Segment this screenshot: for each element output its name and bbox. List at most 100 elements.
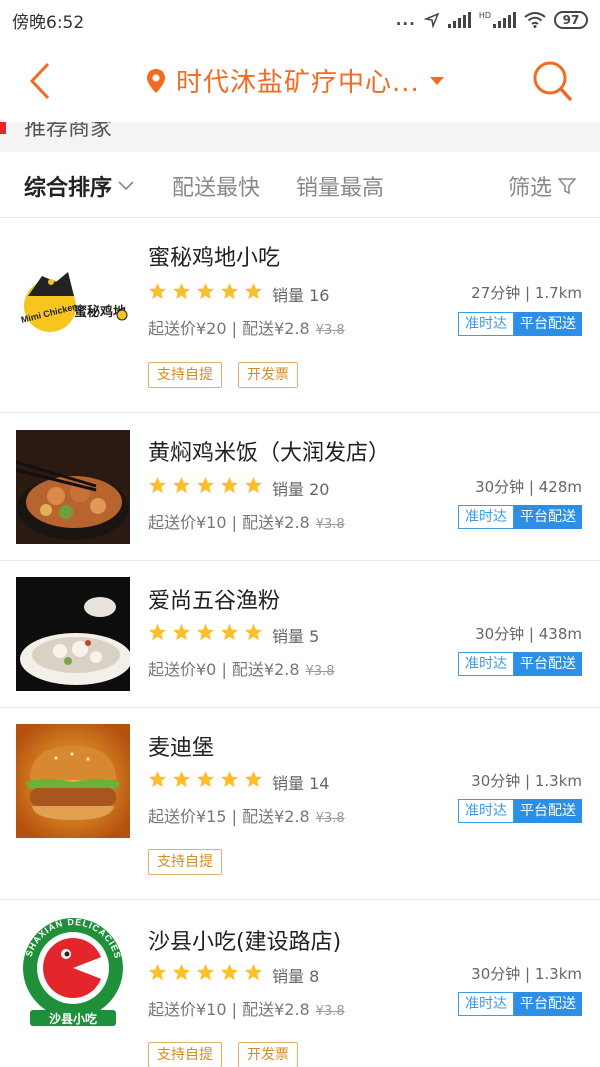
star-icon [196,282,215,300]
star-icon [172,282,191,300]
battery-icon: 97 [554,11,588,29]
star-icon [148,770,167,788]
location-selector[interactable]: 时代沐盐矿疗中心... [146,62,444,99]
location-arrow-icon [423,12,440,28]
fee-info: 起送价¥10 | 配送¥2.8 ¥3.8 [148,509,345,533]
rating-stars [148,770,263,789]
chevron-down-icon [118,181,134,191]
shop-card-2[interactable]: 黄焖鸡米饭（大润发店） 销量 20 30分钟 | 428m 起送价¥10 | 配… [0,413,600,561]
back-arrow-icon[interactable] [22,58,62,104]
star-icon [244,963,263,981]
shop-logo-mimi: Mimi Chicken 蜜秘鸡地 [16,238,130,352]
shop-name: 蜜秘鸡地小吃 [148,246,281,271]
sort-sales-tab[interactable]: 销量最高 [296,170,384,202]
shop-name: 爱尚五谷渔粉 [148,589,281,614]
fee-text: 起送价¥0 | 配送¥2.8 [148,660,300,679]
star-icon [148,963,167,981]
star-icon [244,770,263,788]
on-time-badge: 准时达 [458,992,514,1016]
section-marker [0,122,6,134]
star-icon [244,476,263,494]
signal-hd-icon [493,12,516,28]
shop-tags: 支持自提 开发票 [148,362,298,388]
search-icon[interactable] [530,58,574,104]
signal-icon [447,12,471,28]
shop-tags: 支持自提 [148,849,222,875]
on-time-badge: 准时达 [458,505,514,529]
delivery-time-distance: 30分钟 | 428m [475,478,582,496]
fee-info: 起送价¥15 | 配送¥2.8 ¥3.8 [148,803,345,827]
location-title: 时代沐盐矿疗中心... [176,68,420,98]
original-fee: ¥3.8 [315,1004,345,1019]
tag-self-pickup: 支持自提 [148,849,222,875]
on-time-badge: 准时达 [458,312,514,336]
original-fee: ¥3.8 [315,517,345,532]
shop-name: 黄焖鸡米饭（大润发店） [148,441,391,466]
sort-comprehensive-tab[interactable]: 综合排序 [24,170,134,202]
fee-text: 起送价¥10 | 配送¥2.8 [148,1000,310,1019]
shop-card-3[interactable]: 爱尚五谷渔粉 销量 5 30分钟 | 438m 起送价¥0 | 配送¥2.8 ¥3… [0,561,600,708]
on-time-badge: 准时达 [458,799,514,823]
on-time-badge: 准时达 [458,652,514,676]
status-bar: 傍晚6:52 ... HD 97 [0,0,600,40]
tag-invoice: 开发票 [238,1042,298,1067]
platform-delivery-badge: 平台配送 [514,799,582,823]
star-icon [196,770,215,788]
shop-card-5[interactable]: SHAXIAN DELICACIES 沙县小吃 沙县小吃(建设路店) 销量 8 … [0,900,600,1067]
delivery-badges: 准时达 平台配送 [458,799,582,823]
sales-count: 销量 5 [272,627,320,646]
rating-stars [148,282,263,301]
sales-count: 销量 20 [272,480,330,499]
delivery-time-distance: 30分钟 | 1.3km [471,965,582,983]
shop-card-1[interactable]: Mimi Chicken 蜜秘鸡地 蜜秘鸡地小吃 销量 16 27分钟 | 1.… [0,218,600,413]
wifi-icon [524,12,546,28]
star-icon [148,476,167,494]
shop-card-4[interactable]: 麦迪堡 销量 14 30分钟 | 1.3km 起送价¥15 | 配送¥2.8 ¥3… [0,708,600,900]
tag-self-pickup: 支持自提 [148,1042,222,1067]
filter-label: 筛选 [507,176,552,201]
shop-name: 沙县小吃(建设路店) [148,930,342,955]
shop-photo-braised-chicken [16,430,130,544]
fee-info: 起送价¥20 | 配送¥2.8 ¥3.8 [148,315,345,339]
more-dots-icon: ... [395,11,416,29]
status-icons: ... HD 97 [396,11,588,29]
star-icon [220,623,239,641]
delivery-badges: 准时达 平台配送 [458,992,582,1016]
sort-comprehensive-label: 综合排序 [24,176,113,201]
status-time: 傍晚6:52 [12,12,85,33]
tag-self-pickup: 支持自提 [148,362,222,388]
star-icon [172,623,191,641]
star-icon [220,963,239,981]
sales-count: 销量 16 [272,286,330,305]
fee-text: 起送价¥20 | 配送¥2.8 [148,319,310,338]
logo-text-cn: 沙县小吃 [49,1011,97,1026]
shop-logo-shaxian: SHAXIAN DELICACIES 沙县小吃 [16,916,130,1030]
star-icon [196,963,215,981]
shop-tags: 支持自提 开发票 [148,1042,298,1067]
original-fee: ¥3.8 [315,811,345,826]
fee-info: 起送价¥10 | 配送¥2.8 ¥3.8 [148,996,345,1020]
delivery-time-distance: 27分钟 | 1.7km [471,284,582,302]
sort-fastest-label: 配送最快 [172,176,261,201]
delivery-badges: 准时达 平台配送 [458,312,582,336]
star-icon [196,623,215,641]
platform-delivery-badge: 平台配送 [514,992,582,1016]
rating-stars [148,963,263,982]
filter-button[interactable]: 筛选 [508,170,576,202]
star-icon [148,623,167,641]
top-header: 时代沐盐矿疗中心... [0,40,600,122]
delivery-time-distance: 30分钟 | 1.3km [471,772,582,790]
original-fee: ¥3.8 [305,664,335,679]
section-title: 推荐商家 [24,122,113,141]
star-icon [220,476,239,494]
star-icon [220,282,239,300]
rating-stars [148,623,263,642]
shop-name: 麦迪堡 [148,736,215,761]
platform-delivery-badge: 平台配送 [514,652,582,676]
platform-delivery-badge: 平台配送 [514,505,582,529]
delivery-badges: 准时达 平台配送 [458,652,582,676]
filter-funnel-icon [558,178,576,195]
platform-delivery-badge: 平台配送 [514,312,582,336]
shop-photo-fish-noodles [16,577,130,691]
sort-fastest-tab[interactable]: 配送最快 [172,170,260,202]
